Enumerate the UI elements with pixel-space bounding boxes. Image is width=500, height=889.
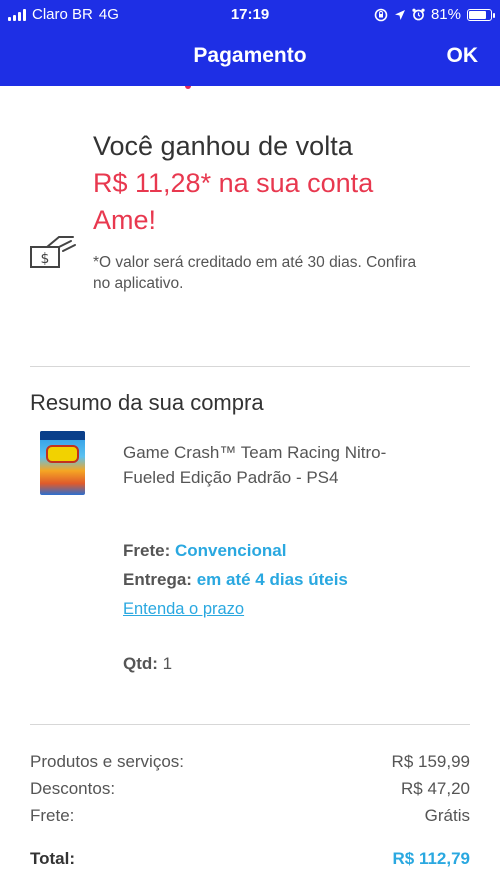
money-hand-icon: $ (30, 236, 76, 268)
quantity: Qtd: 1 (123, 654, 172, 674)
cashback-note-cont: no aplicativo. (93, 275, 184, 292)
total-value: R$ 112,79 (392, 849, 470, 868)
rotation-lock-icon (374, 8, 388, 21)
cashback-line1: Você ganhou de volta (93, 131, 353, 161)
frete-label: Frete: (123, 541, 171, 560)
cashback-note: *O valor será creditado em até 30 dias. … (93, 254, 417, 271)
frete-row: Frete: Convencional (123, 541, 286, 561)
divider (30, 724, 470, 725)
totals-label: Produtos e serviços: (30, 752, 185, 771)
entrega-row: Entrega: em até 4 dias úteis (123, 570, 348, 590)
battery-percent: 81% (430, 6, 461, 23)
cashback-amount: R$ 11,28* na sua conta (93, 168, 374, 198)
battery-icon (467, 8, 495, 21)
header-bar: Claro BR 4G 17:19 81% Pagamento OK (0, 0, 500, 86)
svg-text:$: $ (41, 251, 50, 267)
status-right: 81% (374, 6, 495, 23)
ok-button[interactable]: OK (447, 44, 479, 68)
product-name: Game Crash™ Team Racing Nitro- Fueled Ed… (123, 440, 453, 490)
totals-label: Frete: (30, 806, 75, 825)
cashback-message: Você ganhou de volta R$ 11,28* na sua co… (93, 128, 473, 239)
product-name-line1: Game Crash™ Team Racing Nitro- (123, 443, 387, 462)
cashback-account: Ame! (93, 205, 157, 235)
product-image (40, 431, 85, 495)
totals-label: Descontos: (30, 779, 116, 798)
qtd-label: Qtd: (123, 654, 158, 673)
divider (30, 366, 470, 367)
page-title: Pagamento (193, 44, 307, 67)
product-name-line2: Fueled Edição Padrão - PS4 (123, 468, 339, 487)
totals-value: Grátis (424, 806, 470, 825)
totals-value: R$ 159,99 (391, 752, 470, 771)
qtd-value: 1 (162, 654, 173, 673)
alarm-icon (412, 8, 425, 21)
total-label: Total: (30, 849, 76, 868)
status-bar: Claro BR 4G 17:19 81% (0, 6, 500, 26)
frete-value: Convencional (174, 541, 287, 560)
entenda-prazo-link[interactable]: Entenda o prazo (123, 600, 244, 619)
summary-title: Resumo da sua compra (30, 390, 264, 415)
totals-value: R$ 47,20 (401, 779, 470, 798)
battery-fill (469, 10, 486, 19)
scroll-remnant (185, 86, 191, 89)
location-arrow-icon (394, 9, 405, 20)
entrega-value: em até 4 dias úteis (196, 570, 348, 589)
entrega-label: Entrega: (123, 570, 192, 589)
